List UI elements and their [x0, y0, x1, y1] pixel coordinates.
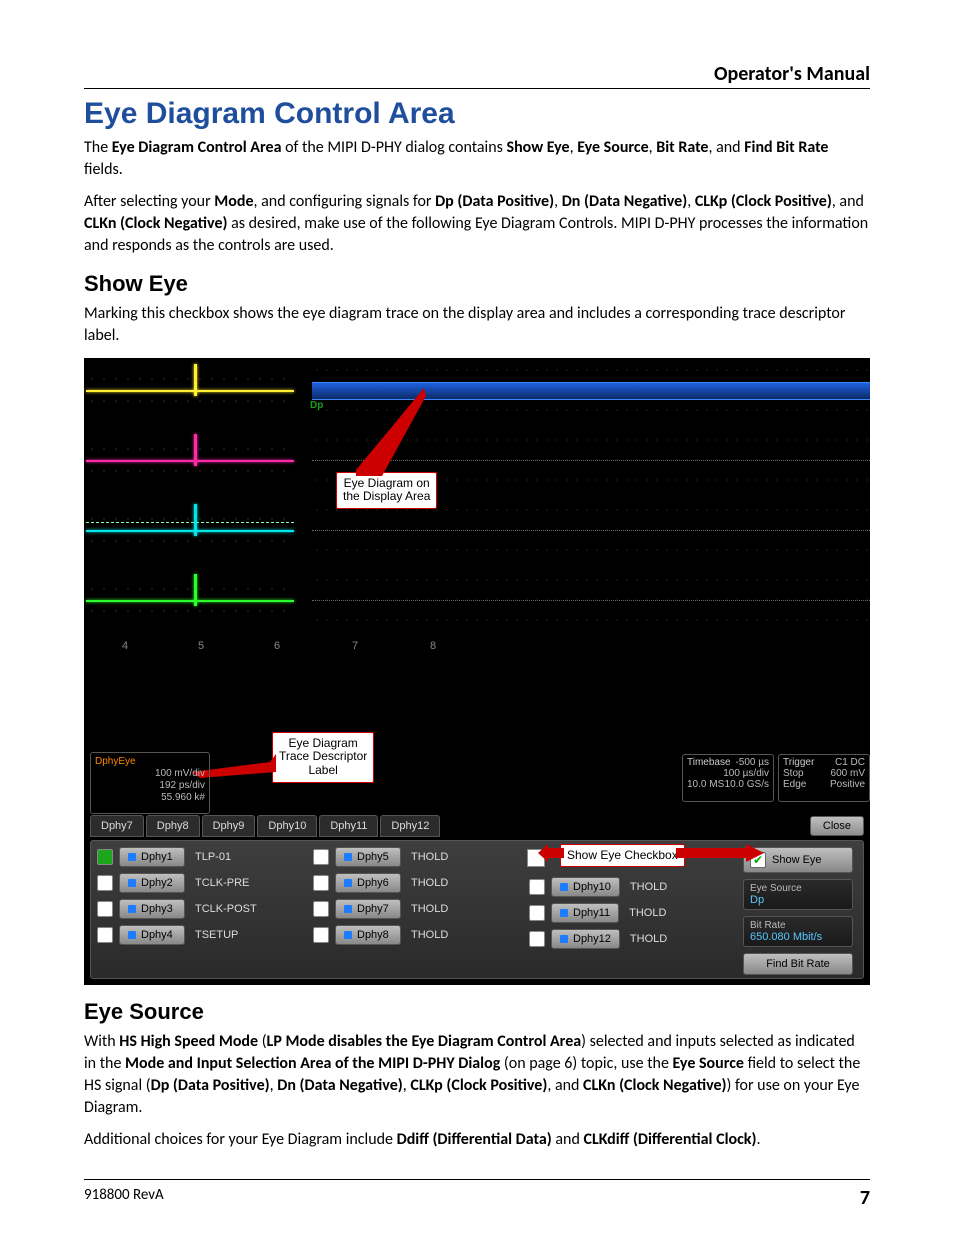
dphy8-button[interactable]: Dphy8 — [335, 925, 401, 945]
dphy11-button[interactable]: Dphy11 — [551, 903, 619, 923]
status-lamp-icon — [529, 931, 545, 947]
heading-eye-source: Eye Source — [84, 999, 870, 1025]
status-lamp-icon — [529, 879, 545, 895]
dphy6-button[interactable]: Dphy6 — [335, 873, 401, 893]
tab-dphy8[interactable]: Dphy8 — [146, 815, 200, 837]
callout-eye-display: Eye Diagram on the Display Area — [336, 472, 437, 510]
eye-source-para-1: With HS High Speed Mode (LP Mode disable… — [84, 1031, 870, 1119]
find-bit-rate-button[interactable]: Find Bit Rate — [743, 953, 853, 975]
dp-trace-label: Dp — [310, 400, 323, 411]
status-lamp-icon — [313, 901, 329, 917]
dphy4-button[interactable]: Dphy4 — [119, 925, 185, 945]
waveform-area: Dp 4 5 6 7 8 — [84, 358, 870, 658]
dphy2-button[interactable]: Dphy2 — [119, 873, 185, 893]
dphy12-button[interactable]: Dphy12 — [551, 929, 620, 949]
callout-arrow-icon — [356, 388, 426, 476]
status-lamp-icon — [97, 901, 113, 917]
timebase-readout[interactable]: Timebase-500 µs 100 µs/div 10.0 MS10.0 G… — [682, 754, 774, 802]
status-lamp-icon — [97, 875, 113, 891]
dphy10-button[interactable]: Dphy10 — [551, 877, 620, 897]
status-lamp-icon — [97, 927, 113, 943]
dphy7-button[interactable]: Dphy7 — [335, 899, 401, 919]
close-button[interactable]: Close — [810, 816, 864, 836]
eye-source-para-2: Additional choices for your Eye Diagram … — [84, 1129, 870, 1151]
doc-category: Operator's Manual — [84, 62, 870, 89]
status-lamp-icon — [313, 875, 329, 891]
dphy3-button[interactable]: Dphy3 — [119, 899, 185, 919]
bit-rate-field[interactable]: Bit Rate 650.080 Mbit/s — [743, 916, 853, 947]
tab-dphy7[interactable]: Dphy7 — [90, 815, 144, 837]
callout-show-eye-checkbox: Show Eye Checkbox — [560, 844, 685, 868]
callout-trace-descriptor: Eye Diagram Trace Descriptor Label — [272, 732, 374, 783]
status-lamp-icon — [529, 905, 545, 921]
status-lamp-icon — [313, 849, 329, 865]
callout-arrow-icon — [676, 844, 764, 864]
status-lamp-icon — [313, 927, 329, 943]
status-lamp-icon — [97, 849, 113, 865]
tab-dphy9[interactable]: Dphy9 — [202, 815, 256, 837]
dphy1-button[interactable]: Dphy1 — [119, 847, 185, 867]
dphy5-button[interactable]: Dphy5 — [335, 847, 401, 867]
tab-dphy11[interactable]: Dphy11 — [319, 815, 378, 837]
show-eye-para: Marking this checkbox shows the eye diag… — [84, 303, 870, 347]
callout-arrow-icon — [538, 844, 564, 862]
tab-dphy12[interactable]: Dphy12 — [380, 815, 440, 837]
page-title: Eye Diagram Control Area — [84, 97, 870, 131]
eye-source-field[interactable]: Eye Source Dp — [743, 879, 853, 910]
trace-descriptor[interactable]: DphyEye 100 mV/div 192 ps/div 55.960 k# — [90, 752, 210, 814]
intro-para-2: After selecting your Mode, and configuri… — [84, 191, 870, 257]
screenshot-figure: Dp 4 5 6 7 8 Eye Diagram on the Display … — [84, 358, 870, 985]
trigger-readout[interactable]: TriggerC1 DC Stop600 mV EdgePositive — [778, 754, 870, 802]
heading-show-eye: Show Eye — [84, 271, 870, 297]
tab-dphy10[interactable]: Dphy10 — [257, 815, 317, 837]
tab-bar: Dphy7 Dphy8 Dphy9 Dphy10 Dphy11 Dphy12 C… — [90, 814, 864, 838]
footer-docid: 918800 RevA — [84, 1186, 164, 1210]
page-footer: 918800 RevA 7 — [84, 1179, 870, 1210]
intro-para-1: The Eye Diagram Control Area of the MIPI… — [84, 137, 870, 181]
footer-page-number: 7 — [860, 1186, 870, 1210]
